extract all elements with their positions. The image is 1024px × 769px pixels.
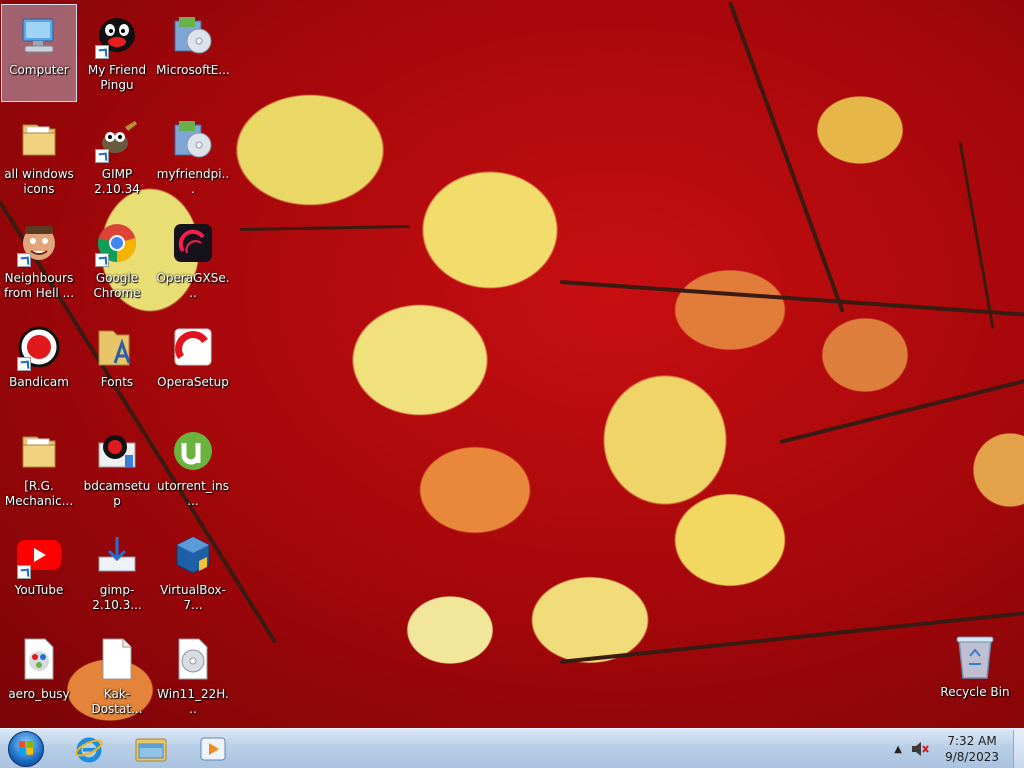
- desktop-icon[interactable]: gimp-2.10.3...: [79, 524, 155, 622]
- cursor-file-icon: [15, 635, 63, 683]
- desktop-icon[interactable]: Win11_22H...: [155, 628, 231, 726]
- desktop-icon-label: Neighbours from Hell ...: [3, 271, 75, 300]
- shortcut-arrow-icon: [17, 253, 31, 267]
- desktop-icon[interactable]: VirtualBox-7...: [155, 524, 231, 622]
- pingu-icon: [93, 11, 141, 59]
- utorrent-icon: [169, 427, 217, 475]
- internet-explorer-icon: [75, 737, 103, 763]
- desktop-icon[interactable]: OperaSetup: [155, 316, 231, 414]
- download-installer-icon: [93, 531, 141, 579]
- taskbar-media-player[interactable]: [186, 731, 240, 767]
- recycle-bin-icon: [951, 633, 999, 681]
- taskbar-internet-explorer[interactable]: [62, 731, 116, 767]
- volume-muted-icon[interactable]: [907, 737, 933, 761]
- desktop-icon-label: Bandicam: [9, 375, 69, 389]
- desktop-icon[interactable]: Neighbours from Hell ...: [1, 212, 77, 310]
- desktop-icon-label: gimp-2.10.3...: [92, 583, 142, 612]
- file-explorer-icon: [135, 738, 167, 762]
- show-desktop-button[interactable]: [1013, 730, 1024, 768]
- taskbar-clock[interactable]: 7:32 AM 9/8/2023: [933, 733, 1013, 765]
- desktop-icon-label: Computer: [9, 63, 69, 77]
- desktop-icon-label: VirtualBox-7...: [160, 583, 226, 612]
- folder-icon: [15, 115, 63, 163]
- shortcut-arrow-icon: [17, 357, 31, 371]
- desktop-icon-label: Recycle Bin: [940, 685, 1010, 699]
- installer-icon: [169, 115, 217, 163]
- desktop-icon[interactable]: Google Chrome: [79, 212, 155, 310]
- desktop-icon-recycle-bin[interactable]: Recycle Bin: [937, 626, 1013, 724]
- desktop-icon[interactable]: Bandicam: [1, 316, 77, 414]
- bandicam-setup-icon: [93, 427, 141, 475]
- bandicam-icon: [15, 323, 63, 371]
- desktop-icon[interactable]: OperaGXSe...: [155, 212, 231, 310]
- virtualbox-icon: [169, 531, 217, 579]
- computer-icon: [15, 11, 63, 59]
- desktop-icon-label: YouTube: [14, 583, 64, 597]
- clock-time: 7:32 AM: [947, 734, 997, 748]
- desktop-icon[interactable]: GIMP 2.10.34: [79, 108, 155, 206]
- desktop-icon-label: My Friend Pingu: [87, 63, 147, 92]
- desktop-icon-label: MicrosoftE...: [156, 63, 230, 77]
- installer-icon: [169, 11, 217, 59]
- operagx-icon: [169, 219, 217, 267]
- desktop-icon-label: all windows icons: [4, 167, 74, 196]
- desktop-icon[interactable]: Kak-Dostat...: [79, 628, 155, 726]
- desktop-icon-label: Fonts: [100, 375, 134, 389]
- desktop-icon-label: myfriendpi...: [156, 167, 230, 196]
- chrome-icon: [93, 219, 141, 267]
- taskbar-windows-explorer[interactable]: [124, 731, 178, 767]
- shortcut-arrow-icon: [17, 565, 31, 579]
- desktop-icon[interactable]: myfriendpi...: [155, 108, 231, 206]
- desktop-icon-label: aero_busy: [8, 687, 70, 701]
- desktop-icon[interactable]: bdcamsetup: [79, 420, 155, 518]
- desktop-icon[interactable]: aero_busy: [1, 628, 77, 726]
- desktop-icon[interactable]: utorrent_ins...: [155, 420, 231, 518]
- show-hidden-icons-icon[interactable]: ▲: [889, 744, 907, 755]
- youtube-icon: [15, 531, 63, 579]
- desktop-icon-label: [R.G. Mechanic...: [4, 479, 74, 508]
- desktop-icon-label: Kak-Dostat...: [91, 687, 143, 716]
- desktop-icon[interactable]: [R.G. Mechanic...: [1, 420, 77, 518]
- windows-logo-icon: [8, 731, 44, 767]
- system-tray: ▲ 7:32 AM 9/8/2023: [889, 729, 1024, 769]
- desktop[interactable]: Computer My Friend Pingu MicrosoftE... all …: [0, 0, 1024, 728]
- media-player-icon: [200, 737, 226, 761]
- desktop-icon[interactable]: all windows icons: [1, 108, 77, 206]
- taskbar: ▲ 7:32 AM 9/8/2023: [0, 728, 1024, 768]
- shortcut-arrow-icon: [95, 149, 109, 163]
- desktop-icon-label: OperaSetup: [157, 375, 229, 389]
- clock-date: 9/8/2023: [945, 750, 999, 764]
- desktop-icon-label: utorrent_ins...: [157, 479, 229, 508]
- neighbour-icon: [15, 219, 63, 267]
- start-button[interactable]: [0, 731, 52, 767]
- desktop-icon-label: OperaGXSe...: [156, 271, 230, 300]
- desktop-icon-label: Win11_22H...: [157, 687, 229, 716]
- desktop-icon[interactable]: MicrosoftE...: [155, 4, 231, 102]
- desktop-icon-label: bdcamsetup: [83, 479, 151, 508]
- blank-file-icon: [93, 635, 141, 683]
- desktop-icon-label: Google Chrome: [93, 271, 141, 300]
- opera-icon: [169, 323, 217, 371]
- fonts-folder-icon: [93, 323, 141, 371]
- desktop-icon[interactable]: My Friend Pingu: [79, 4, 155, 102]
- shortcut-arrow-icon: [95, 253, 109, 267]
- desktop-icon-label: GIMP 2.10.34: [94, 167, 140, 196]
- desktop-icon[interactable]: Fonts: [79, 316, 155, 414]
- desktop-icon[interactable]: YouTube: [1, 524, 77, 622]
- shortcut-arrow-icon: [95, 45, 109, 59]
- gimp-icon: [93, 115, 141, 163]
- desktop-icon[interactable]: Computer: [1, 4, 77, 102]
- disc-image-icon: [169, 635, 217, 683]
- folder-icon: [15, 427, 63, 475]
